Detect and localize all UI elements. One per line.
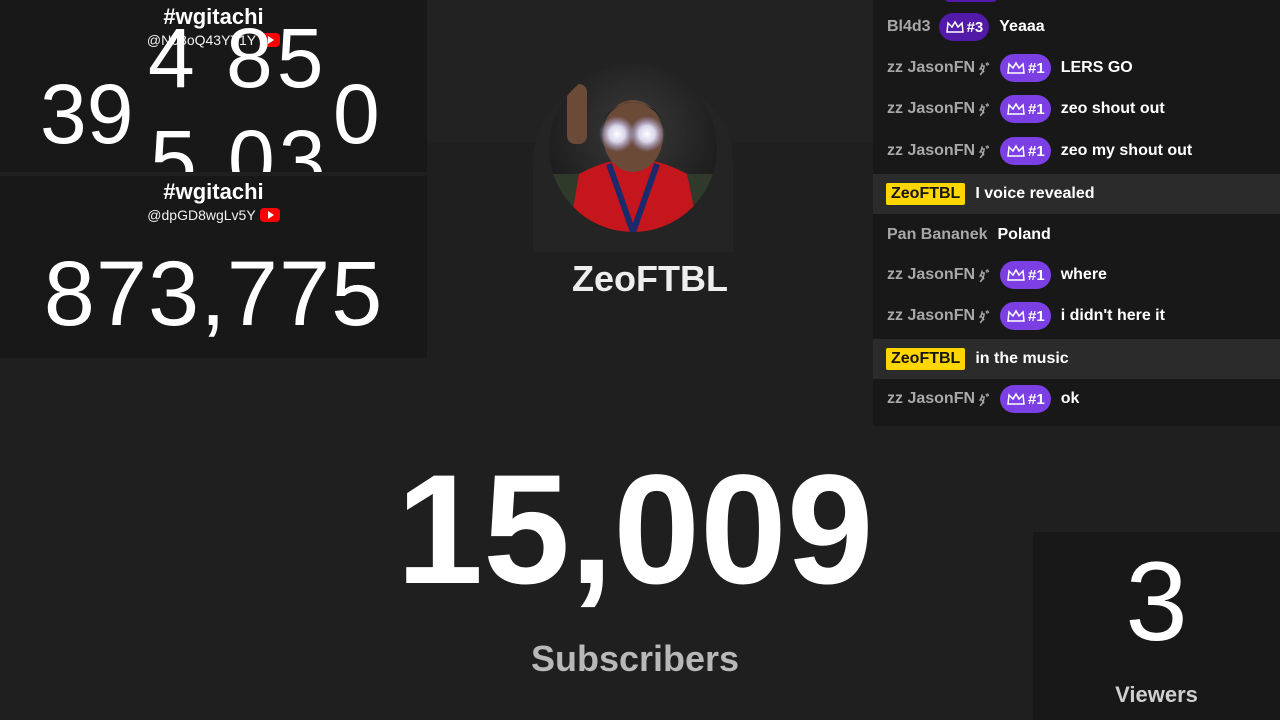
viewers-label: Viewers bbox=[1115, 682, 1198, 707]
verified-icon: ﾀﾞ bbox=[979, 144, 993, 160]
chat-author[interactable]: zz JasonFN bbox=[887, 142, 975, 160]
crown-icon bbox=[1007, 268, 1025, 281]
chat-message[interactable]: Pan Bananek Poland bbox=[873, 220, 1280, 250]
chat-text: zeo my shout out bbox=[1060, 142, 1193, 159]
chat-message[interactable]: zz JasonFN ﾀﾞ #1 where bbox=[873, 260, 1280, 290]
live-chat[interactable]: Bl4d3 #3 Yeaaa zz JasonFN ﾀﾞ #1 LERS GO … bbox=[873, 0, 1280, 426]
card-handle-row: @dpGD8wgLv5Y bbox=[0, 206, 427, 224]
counter-card-1: #wgitachi @N08oQ43YT1Y 39 4 85 5,03 0 bbox=[0, 0, 427, 172]
verified-icon: ﾀﾞ bbox=[979, 392, 993, 408]
chat-author[interactable]: zz JasonFN bbox=[887, 307, 975, 325]
verified-icon: ﾀﾞ bbox=[979, 102, 993, 118]
chat-text: i didn't here it bbox=[1060, 307, 1165, 324]
verified-icon: ﾀﾞ bbox=[979, 268, 993, 284]
rank-badge: #1 bbox=[1000, 95, 1051, 123]
rank-badge-label: #1 bbox=[1028, 100, 1045, 118]
channel-name: ZeoFTBL bbox=[572, 258, 728, 299]
chat-message[interactable]: zz JasonFN ﾀﾞ #1 LERS GO bbox=[873, 53, 1280, 83]
crown-icon bbox=[1007, 144, 1025, 157]
chat-message[interactable]: zz JasonFN ﾀﾞ #1 i didn't here it bbox=[873, 301, 1280, 331]
chat-author[interactable]: zz JasonFN bbox=[887, 390, 975, 408]
crown-icon bbox=[1007, 392, 1025, 405]
chat-author[interactable]: Bl4d3 bbox=[887, 18, 931, 36]
rank-badge-label: #1 bbox=[1028, 59, 1045, 77]
card-count: 873,775 bbox=[43, 243, 384, 345]
chat-text: I voice revealed bbox=[975, 185, 1095, 202]
rank-badge: #1 bbox=[1000, 302, 1051, 330]
crown-icon bbox=[945, 20, 964, 33]
rank-badge-label: #1 bbox=[1028, 390, 1045, 408]
chat-author[interactable]: zz JasonFN bbox=[887, 266, 975, 284]
chat-message-owner[interactable]: ZeoFTBL in the music bbox=[873, 339, 1280, 379]
chat-text: LERS GO bbox=[1060, 59, 1133, 76]
chat-text: Poland bbox=[997, 226, 1051, 243]
chat-author[interactable]: Pan Bananek bbox=[887, 226, 987, 244]
subscribers-label: Subscribers bbox=[530, 638, 740, 679]
chat-message[interactable]: zz JasonFN ﾀﾞ #1 zeo shout out bbox=[873, 94, 1280, 124]
rank-badge-label: #1 bbox=[1028, 266, 1045, 284]
chat-message[interactable]: Bl4d3 #3 Yeaaa bbox=[873, 12, 1280, 42]
rank-badge-label: #3 bbox=[966, 18, 984, 36]
card-handle: @dpGD8wgLv5Y bbox=[147, 207, 256, 223]
verified-icon: ﾀﾞ bbox=[979, 61, 993, 77]
rolling-digits-left: 39 bbox=[40, 67, 134, 161]
crown-icon bbox=[1007, 309, 1025, 322]
chat-author[interactable]: zz JasonFN bbox=[887, 100, 975, 118]
chat-author[interactable]: zz JasonFN bbox=[887, 59, 975, 77]
channel-avatar[interactable] bbox=[549, 64, 717, 232]
viewers-box: 3 Viewers bbox=[1033, 532, 1280, 720]
avatar-image bbox=[549, 64, 717, 232]
rank-badge-label: #1 bbox=[1028, 142, 1045, 160]
rolling-digits-top: 4 85 bbox=[148, 11, 328, 105]
chat-badge-fragment bbox=[945, 0, 997, 2]
chat-text: in the music bbox=[975, 350, 1069, 367]
chat-author-owner[interactable]: ZeoFTBL bbox=[886, 348, 966, 370]
rank-badge: #1 bbox=[1000, 137, 1051, 165]
chat-message-owner[interactable]: ZeoFTBL I voice revealed bbox=[873, 174, 1280, 214]
rank-badge: #1 bbox=[1000, 261, 1051, 289]
crown-icon bbox=[1007, 102, 1025, 115]
rank-badge: #1 bbox=[1000, 54, 1051, 82]
chat-text: zeo shout out bbox=[1060, 100, 1165, 117]
rolling-digits-right: 0 bbox=[333, 67, 380, 161]
chat-text: where bbox=[1060, 266, 1107, 283]
card-hashtag: #wgitachi bbox=[163, 179, 264, 204]
youtube-icon bbox=[259, 208, 280, 222]
rolling-digits-bottom: 5,03 bbox=[150, 113, 330, 172]
chat-message[interactable]: zz JasonFN ﾀﾞ #1 zeo my shout out bbox=[873, 136, 1280, 166]
chat-text: Yeaaa bbox=[999, 18, 1045, 35]
crown-icon bbox=[1007, 61, 1025, 74]
verified-icon: ﾀﾞ bbox=[979, 309, 993, 325]
viewers-count: 3 bbox=[1125, 539, 1188, 664]
chat-text: ok bbox=[1060, 390, 1080, 407]
rank-badge: #1 bbox=[1000, 385, 1051, 413]
chat-author-owner[interactable]: ZeoFTBL bbox=[886, 183, 966, 205]
rank-badge-label: #1 bbox=[1028, 307, 1045, 325]
rank-badge: #3 bbox=[938, 13, 990, 41]
subscriber-count: 15,009 bbox=[396, 443, 874, 617]
chat-message[interactable]: zz JasonFN ﾀﾞ #1 ok bbox=[873, 384, 1280, 414]
counter-card-2: #wgitachi @dpGD8wgLv5Y 873,775 bbox=[0, 176, 427, 358]
